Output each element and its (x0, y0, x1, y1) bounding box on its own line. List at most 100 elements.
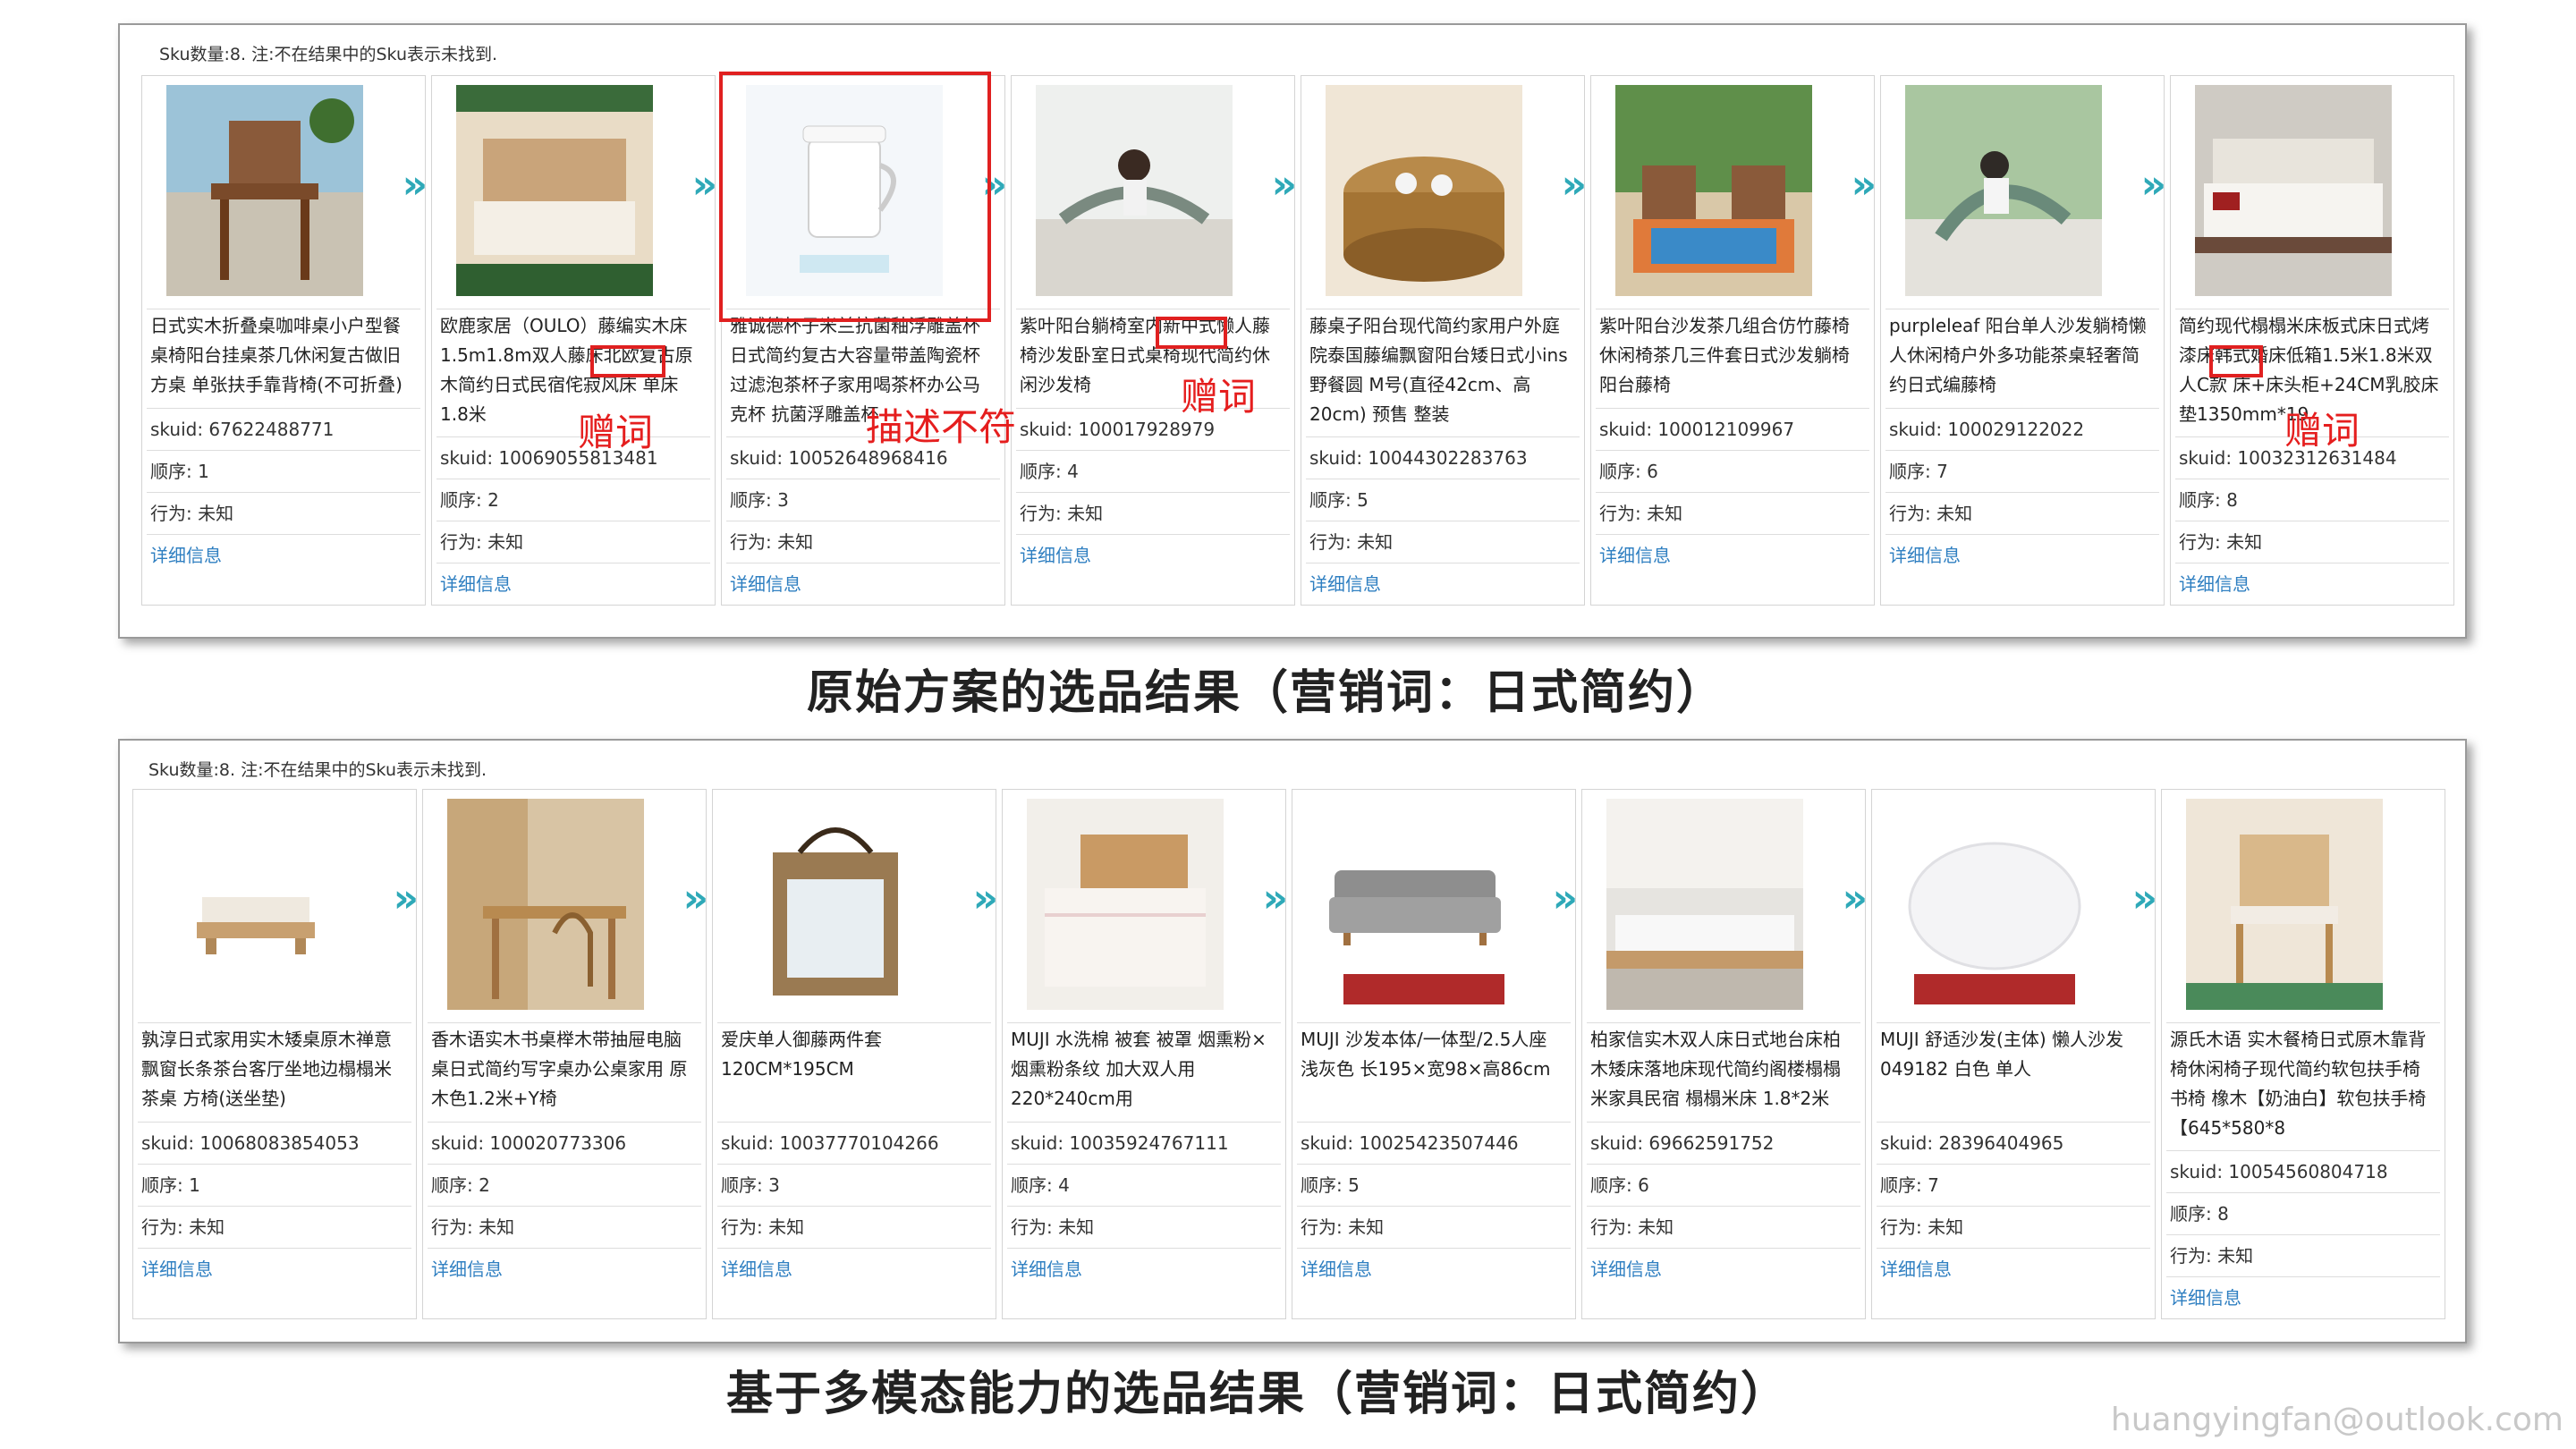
behavior: 行为: 未知 (1306, 521, 1580, 563)
behavior: 行为: 未知 (1007, 1206, 1281, 1248)
detail-link[interactable]: 详细信息 (1596, 534, 1869, 576)
detail-link[interactable]: 详细信息 (1016, 534, 1290, 576)
skuid: skuid: 10035924767111 (1007, 1122, 1281, 1164)
product-card[interactable]: 简约现代榻榻米床板式床日式烤漆床韩式婚床低箱1.5米1.8米双人C款 床+床头柜… (2170, 75, 2454, 606)
product-card[interactable]: 源氏木语 实木餐椅日式原木靠背椅休闲椅子现代简约软包扶手椅书椅 橡木【奶油白】软… (2161, 789, 2445, 1319)
skuid: skuid: 10068083854053 (138, 1122, 411, 1164)
skuid: skuid: 69662591752 (1587, 1122, 1860, 1164)
order: 顺序: 6 (1596, 450, 1869, 492)
product-title: MUJI 舒适沙发(主体) 懒人沙发 049182 白色 单人 (1877, 1022, 2150, 1122)
detail-link[interactable]: 详细信息 (1877, 1248, 2150, 1290)
product-card[interactable]: » MUJI 舒适沙发(主体) 懒人沙发 049182 白色 单人 skuid:… (1871, 789, 2157, 1319)
order: 顺序: 7 (1885, 450, 2159, 492)
keyword-highlight-box (590, 345, 665, 377)
order: 顺序: 3 (726, 479, 1000, 521)
behavior: 行为: 未知 (2166, 1234, 2440, 1276)
product-card[interactable]: » 欧鹿家居（OULO）藤编实木床1.5m1.8m双人藤床北欧复古原木简约日式民… (431, 75, 717, 606)
detail-link[interactable]: 详细信息 (1885, 534, 2159, 576)
sku-count-text: Sku数量:8. 注:不在结果中的Sku表示未找到. (148, 760, 487, 780)
annotation-label: 赠词 (1181, 375, 1257, 419)
behavior: 行为: 未知 (1885, 492, 2159, 534)
detail-link[interactable]: 详细信息 (1306, 563, 1580, 605)
chevron-right-icon: » (1561, 162, 1588, 208)
behavior: 行为: 未知 (1587, 1206, 1860, 1248)
detail-link[interactable]: 详细信息 (717, 1248, 991, 1290)
order: 顺序: 1 (147, 450, 420, 492)
chevron-right-icon: » (682, 876, 709, 921)
detail-link[interactable]: 详细信息 (726, 563, 1000, 605)
product-title: 爱庆单人御藤两件套 120CM*195CM (717, 1022, 991, 1122)
detail-link[interactable]: 详细信息 (147, 534, 420, 576)
multimodal-results-panel: Sku数量:8. 注:不在结果中的Sku表示未找到. » 孰淳日式家用实木矮桌原… (118, 739, 2467, 1343)
original-results-panel: Sku数量:8. 注:不在结果中的Sku表示未找到. » 日式实木折叠桌咖啡桌小… (118, 23, 2467, 639)
skuid: skuid: 10037770104266 (717, 1122, 991, 1164)
chevron-right-icon: » (1271, 162, 1298, 208)
detail-link[interactable]: 详细信息 (1297, 1248, 1571, 1290)
chevron-right-icon: » (1262, 876, 1289, 921)
product-card[interactable]: » 爱庆单人御藤两件套 120CM*195CM skuid: 100377701… (712, 789, 999, 1319)
product-card[interactable]: » purpleleaf 阳台单人沙发躺椅懒人休闲椅户外多功能茶桌轻奢简约日式编… (1880, 75, 2167, 606)
detail-link[interactable]: 详细信息 (1587, 1248, 1860, 1290)
chevron-right-icon: » (1851, 162, 1877, 208)
detail-link[interactable]: 详细信息 (2166, 1276, 2440, 1318)
skuid: skuid: 10044302283763 (1306, 436, 1580, 479)
order: 顺序: 2 (436, 479, 710, 521)
behavior: 行为: 未知 (1297, 1206, 1571, 1248)
product-title: purpleleaf 阳台单人沙发躺椅懒人休闲椅户外多功能茶桌轻奢简约日式编藤椅 (1885, 309, 2159, 408)
order: 顺序: 8 (2175, 479, 2449, 521)
product-card[interactable]: » 藤桌子阳台现代简约家用户外庭院泰国藤编飘窗阳台矮日式小ins野餐圆 M号(直… (1301, 75, 1588, 606)
product-image (1615, 85, 1812, 296)
skuid: skuid: 28396404965 (1877, 1122, 2150, 1164)
product-card[interactable]: » 紫叶阳台躺椅室内新中式懒人藤椅沙发卧室日式桌椅现代简约休闲沙发椅 skuid… (1011, 75, 1298, 606)
detail-link[interactable]: 详细信息 (138, 1248, 411, 1290)
product-card[interactable]: » 柏家信实木双人床日式地台床柏木矮床落地床现代简约阁楼榻榻米家具民宿 榻榻米床… (1581, 789, 1868, 1319)
product-card[interactable]: » 香木语实木书桌榉木带抽屉电脑桌日式简约写字桌办公桌家用 原木色1.2米+Y椅… (422, 789, 709, 1319)
behavior: 行为: 未知 (428, 1206, 701, 1248)
chevron-right-icon: » (393, 876, 419, 921)
skuid: skuid: 100029122022 (1885, 408, 2159, 450)
behavior: 行为: 未知 (147, 492, 420, 534)
mismatch-highlight-box (719, 72, 991, 322)
behavior: 行为: 未知 (436, 521, 710, 563)
annotation-label: 赠词 (578, 411, 654, 454)
product-image (737, 799, 934, 1010)
detail-link[interactable]: 详细信息 (1007, 1248, 1281, 1290)
chevron-right-icon: » (2140, 162, 2167, 208)
product-title: MUJI 水洗棉 被套 被罩 烟熏粉×烟熏粉条纹 加大双人用 220*240cm… (1007, 1022, 1281, 1122)
order: 顺序: 8 (2166, 1192, 2440, 1234)
detail-link[interactable]: 详细信息 (436, 563, 710, 605)
keyword-highlight-box (2209, 345, 2263, 377)
product-image (456, 85, 653, 296)
behavior: 行为: 未知 (1877, 1206, 2150, 1248)
author-watermark: huangyingfan@outlook.com (2110, 1402, 2563, 1438)
order: 顺序: 4 (1007, 1164, 1281, 1206)
product-image (166, 85, 363, 296)
sku-count-text: Sku数量:8. 注:不在结果中的Sku表示未找到. (159, 45, 498, 64)
chevron-right-icon: » (1552, 876, 1579, 921)
product-image (157, 799, 354, 1010)
detail-link[interactable]: 详细信息 (428, 1248, 701, 1290)
detail-link[interactable]: 详细信息 (2175, 563, 2449, 605)
product-image (1896, 799, 2093, 1010)
skuid: skuid: 100012109967 (1596, 408, 1869, 450)
order: 顺序: 5 (1297, 1164, 1571, 1206)
product-title: 柏家信实木双人床日式地台床柏木矮床落地床现代简约阁楼榻榻米家具民宿 榻榻米床 1… (1587, 1022, 1860, 1122)
product-card[interactable]: » MUJI 水洗棉 被套 被罩 烟熏粉×烟熏粉条纹 加大双人用 220*240… (1002, 789, 1289, 1319)
product-title: 源氏木语 实木餐椅日式原木靠背椅休闲椅子现代简约软包扶手椅书椅 橡木【奶油白】软… (2166, 1022, 2440, 1150)
behavior: 行为: 未知 (2175, 521, 2449, 563)
skuid: skuid: 100020773306 (428, 1122, 701, 1164)
product-card[interactable]: » 紫叶阳台沙发茶几组合仿竹藤椅休闲椅茶几三件套日式沙发躺椅阳台藤椅 skuid… (1590, 75, 1877, 606)
product-card[interactable]: » 孰淳日式家用实木矮桌原木禅意飘窗长条茶台客厅坐地边榻榻米茶桌 方椅(送坐垫)… (132, 789, 419, 1319)
annotation-label: 描述不符 (866, 405, 1017, 449)
behavior: 行为: 未知 (717, 1206, 991, 1248)
skuid: skuid: 10054560804718 (2166, 1150, 2440, 1192)
product-card[interactable]: » MUJI 沙发本体/一体型/2.5人座 浅灰色 长195×宽98×高86cm… (1292, 789, 1579, 1319)
chevron-right-icon: » (972, 876, 999, 921)
caption-multimodal: 基于多模态能力的选品结果（营销词：日式简约） (726, 1368, 1790, 1421)
product-image (1027, 799, 1224, 1010)
product-image (1606, 799, 1803, 1010)
order: 顺序: 6 (1587, 1164, 1860, 1206)
product-card[interactable]: » 日式实木折叠桌咖啡桌小户型餐桌椅阳台挂桌茶几休闲复古做旧方桌 单张扶手靠背椅… (141, 75, 428, 606)
product-title: 紫叶阳台沙发茶几组合仿竹藤椅休闲椅茶几三件套日式沙发躺椅阳台藤椅 (1596, 309, 1869, 408)
product-image (2195, 85, 2392, 296)
